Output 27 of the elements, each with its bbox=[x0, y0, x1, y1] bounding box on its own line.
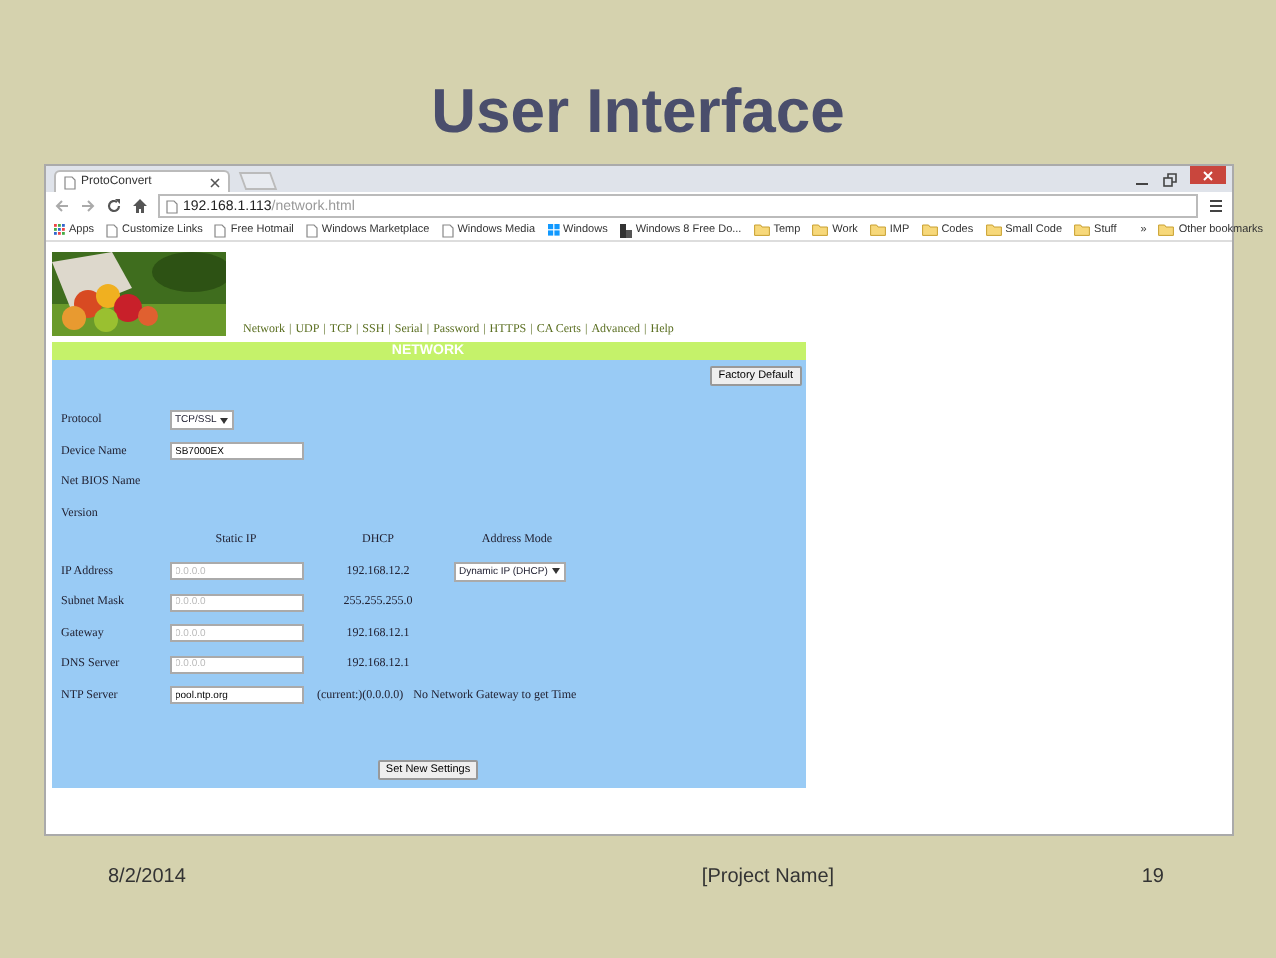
page-icon bbox=[106, 223, 119, 237]
folder-icon bbox=[812, 224, 829, 236]
slide-title: User Interface bbox=[431, 76, 845, 146]
folder-icon bbox=[985, 224, 1002, 236]
page-icon bbox=[305, 223, 318, 237]
apps-grid-icon bbox=[53, 224, 65, 236]
page-icon bbox=[441, 223, 454, 237]
folder-icon bbox=[921, 224, 938, 236]
caret-icon bbox=[551, 568, 560, 574]
close-icon bbox=[1201, 169, 1213, 181]
menu-icon[interactable] bbox=[1207, 198, 1223, 214]
close-window-button[interactable] bbox=[1189, 166, 1225, 184]
close-icon[interactable] bbox=[209, 177, 219, 187]
slide-footer-text: [Project Name] bbox=[699, 866, 837, 888]
page-icon bbox=[165, 199, 177, 213]
slide-date: 8/2/2014 bbox=[106, 866, 188, 888]
windows-logo-icon bbox=[547, 224, 560, 236]
slide-number: 19 bbox=[1141, 866, 1164, 888]
folder-icon bbox=[753, 224, 770, 236]
reload-icon[interactable] bbox=[105, 198, 121, 214]
restore-icon[interactable] bbox=[1161, 171, 1177, 187]
home-icon[interactable] bbox=[131, 198, 147, 214]
folder-icon bbox=[1074, 224, 1091, 236]
page-icon bbox=[214, 223, 227, 237]
caret-icon bbox=[220, 417, 229, 423]
folder-icon bbox=[869, 224, 886, 236]
folder-icon bbox=[1158, 224, 1175, 236]
